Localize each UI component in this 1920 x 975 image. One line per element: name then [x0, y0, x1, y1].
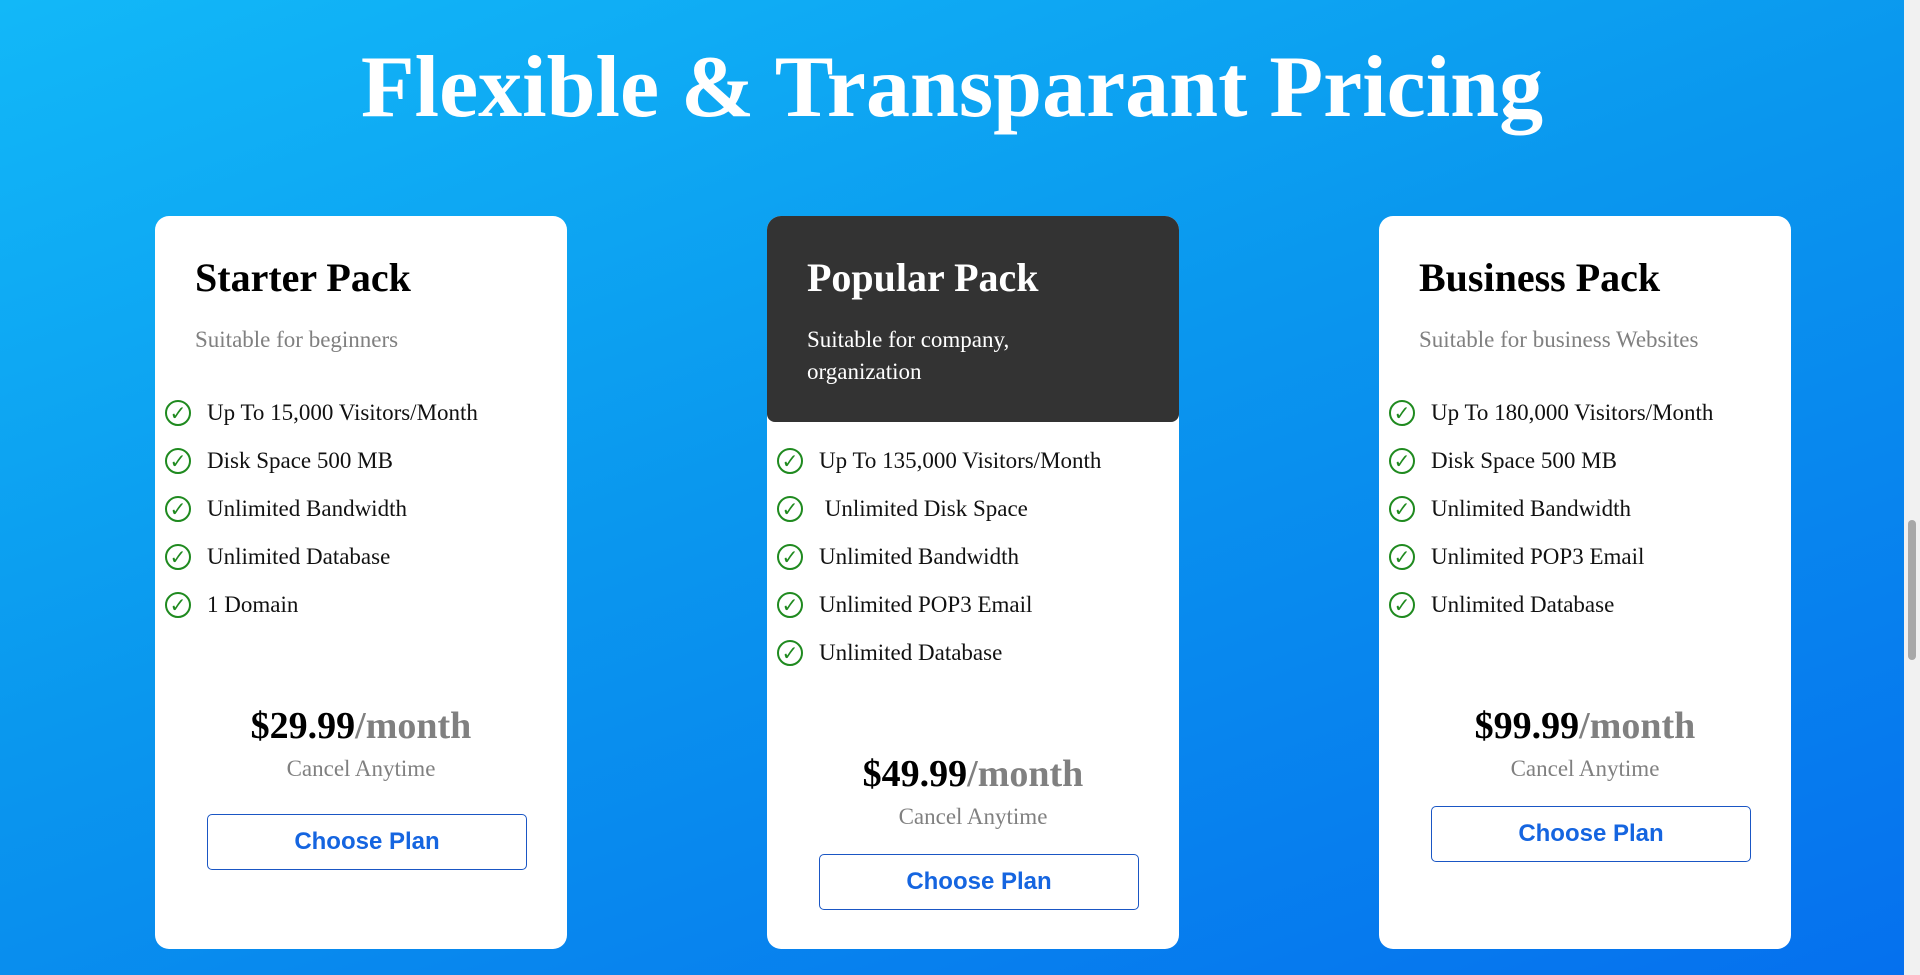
feature-label: Unlimited Database [819, 640, 1003, 665]
feature-list: ✓ Up To 180,000 Visitors/Month ✓ Disk Spac… [1389, 389, 1713, 629]
cancel-note: Cancel Anytime [1510, 755, 1660, 781]
feature-item: ✓ Disk Space 500 MB [165, 437, 478, 485]
price: $29.99/month [155, 705, 567, 748]
check-circle-icon: ✓ [1389, 400, 1415, 426]
price: $49.99/month [767, 753, 1179, 796]
check-circle-icon: ✓ [1389, 544, 1415, 570]
feature-label: Disk Space 500 MB [207, 448, 393, 473]
feature-label: 1 Domain [207, 592, 299, 617]
feature-item: ✓ Unlimited Database [777, 629, 1101, 677]
check-circle-icon: ✓ [1389, 496, 1415, 522]
plan-name: Popular Pack [807, 255, 1039, 300]
plan-description: Suitable for beginners [195, 327, 399, 352]
feature-label: Unlimited Database [1431, 592, 1615, 617]
feature-item: ✓ Unlimited POP3 Email [1389, 533, 1713, 581]
feature-label: Disk Space 500 MB [1431, 448, 1617, 473]
feature-list: ✓ Up To 15,000 Visitors/Month ✓ Disk Space… [165, 389, 478, 629]
check-circle-icon: ✓ [777, 640, 803, 666]
feature-label: Unlimited Disk Space [819, 496, 1028, 521]
feature-item: ✓ 1 Domain [165, 581, 478, 629]
feature-label: Unlimited Bandwidth [207, 496, 407, 521]
feature-item: ✓ Unlimited Database [1389, 581, 1713, 629]
check-circle-icon: ✓ [165, 400, 191, 426]
feature-label: Unlimited POP3 Email [1431, 544, 1645, 569]
price-period: /month [1579, 705, 1696, 747]
choose-plan-button[interactable]: Choose Plan [1431, 806, 1751, 862]
check-circle-icon: ✓ [1389, 592, 1415, 618]
price: $99.99/month [1379, 705, 1791, 748]
feature-label: Unlimited Database [207, 544, 391, 569]
feature-item: ✓ Unlimited Bandwidth [777, 533, 1101, 581]
price-amount: $29.99 [250, 705, 356, 747]
feature-label: Up To 135,000 Visitors/Month [819, 448, 1102, 473]
plan-name: Starter Pack [195, 255, 411, 300]
feature-label: Up To 180,000 Visitors/Month [1431, 400, 1714, 425]
feature-item: ✓ Unlimited POP3 Email [777, 581, 1101, 629]
pricing-card-starter: Starter Pack Suitable for beginners ✓ Up … [155, 216, 567, 949]
price-period: /month [355, 705, 472, 747]
choose-plan-button[interactable]: Choose Plan [819, 854, 1139, 910]
price-block: $49.99/month Cancel Anytime [767, 753, 1179, 830]
pricing-card-business: Business Pack Suitable for business Webs… [1379, 216, 1791, 949]
choose-plan-button[interactable]: Choose Plan [207, 814, 527, 870]
feature-label: Unlimited Bandwidth [819, 544, 1019, 569]
feature-item: ✓ Unlimited Bandwidth [165, 485, 478, 533]
price-block: $99.99/month Cancel Anytime [1379, 705, 1791, 782]
feature-item: ✓ Up To 135,000 Visitors/Month [777, 437, 1101, 485]
plan-description: Suitable for company, organization [807, 327, 1010, 384]
scrollbar-thumb[interactable] [1908, 520, 1916, 660]
feature-label: Unlimited POP3 Email [819, 592, 1033, 617]
page-title: Flexible & Transparant Pricing [360, 39, 1544, 136]
check-circle-icon: ✓ [777, 544, 803, 570]
feature-label: Up To 15,000 Visitors/Month [207, 400, 478, 425]
feature-item: ✓ Unlimited Bandwidth [1389, 485, 1713, 533]
check-circle-icon: ✓ [1389, 448, 1415, 474]
vertical-scrollbar[interactable] [1904, 0, 1920, 975]
feature-item: ✓ Up To 15,000 Visitors/Month [165, 389, 478, 437]
cancel-note: Cancel Anytime [286, 755, 436, 781]
pricing-card-popular: Popular Pack Suitable for company, organ… [767, 216, 1179, 949]
plan-description: Suitable for business Websites [1419, 327, 1699, 352]
check-circle-icon: ✓ [777, 592, 803, 618]
feature-list: ✓ Up To 135,000 Visitors/Month ✓ Unlimite… [777, 437, 1101, 677]
feature-item: ✓ Up To 180,000 Visitors/Month [1389, 389, 1713, 437]
price-block: $29.99/month Cancel Anytime [155, 705, 567, 782]
check-circle-icon: ✓ [777, 496, 803, 522]
check-circle-icon: ✓ [165, 496, 191, 522]
feature-item: ✓ Unlimited Disk Space [777, 485, 1101, 533]
price-period: /month [967, 753, 1084, 795]
price-amount: $49.99 [862, 753, 968, 795]
check-circle-icon: ✓ [165, 544, 191, 570]
card-header: Popular Pack Suitable for company, organ… [767, 216, 1179, 422]
feature-item: ✓ Unlimited Database [165, 533, 478, 581]
feature-item: ✓ Disk Space 500 MB [1389, 437, 1713, 485]
check-circle-icon: ✓ [777, 448, 803, 474]
plan-name: Business Pack [1419, 255, 1661, 300]
check-circle-icon: ✓ [165, 592, 191, 618]
price-amount: $99.99 [1474, 705, 1580, 747]
feature-label: Unlimited Bandwidth [1431, 496, 1631, 521]
cancel-note: Cancel Anytime [898, 803, 1048, 829]
check-circle-icon: ✓ [165, 448, 191, 474]
